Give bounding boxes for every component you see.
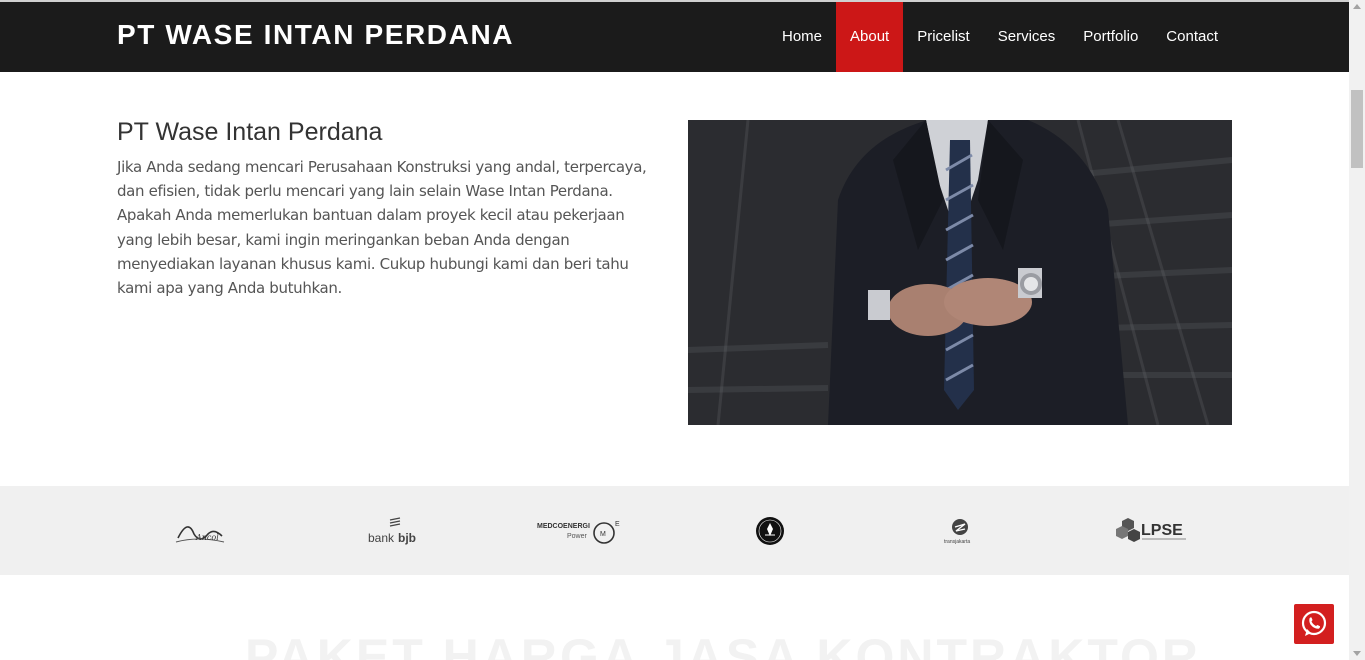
about-description: Jika Anda sedang mencari Perusahaan Kons… xyxy=(117,155,667,300)
about-line: menyediakan layanan khusus kami. Cukup h… xyxy=(117,254,629,273)
brand-logo-text[interactable]: PT WASE INTAN PERDANA xyxy=(117,19,514,51)
whatsapp-icon xyxy=(1301,610,1327,636)
navbar: PT WASE INTAN PERDANA Home About Priceli… xyxy=(0,2,1349,72)
nav-contact[interactable]: Contact xyxy=(1152,2,1232,72)
about-photo-businessman xyxy=(688,120,1232,425)
ancol-logo: Ancol xyxy=(175,525,225,542)
vertical-scrollbar[interactable] xyxy=(1349,0,1365,660)
partner-logo-ancol: Ancol xyxy=(165,486,235,575)
about-line: kami apa yang Anda butuhkan. xyxy=(117,279,342,298)
nav-home[interactable]: Home xyxy=(768,2,836,72)
transjakarta-logo: transjakarta xyxy=(944,518,970,545)
about-section: PT Wase Intan Perdana Jika Anda sedang m… xyxy=(117,118,667,300)
lpse-wordmark: LPSE xyxy=(1141,522,1183,539)
nav-pricelist[interactable]: Pricelist xyxy=(903,2,984,72)
about-line: yang lebih besar, kami ingin meringankan… xyxy=(117,230,570,249)
medco-wordmark: MEDCOENERGI xyxy=(537,523,590,530)
lpse-logo: LPSE xyxy=(1116,517,1186,542)
nav-about[interactable]: About xyxy=(836,2,904,72)
svg-text:E: E xyxy=(615,521,620,528)
medco-sub: Power xyxy=(567,533,588,540)
partner-logo-transjakarta: transjakarta xyxy=(935,486,985,575)
page: PT WASE INTAN PERDANA Home About Priceli… xyxy=(0,0,1349,660)
scroll-up-arrow-icon[interactable] xyxy=(1353,4,1361,9)
svg-text:M: M xyxy=(600,531,606,538)
partner-logo-bank-bjb: bank bjb xyxy=(355,486,425,575)
ancol-wordmark: Ancol xyxy=(195,533,219,542)
pricelist-heading-faded: PAKET HARGA JASA KONTRAKTOR xyxy=(245,629,1202,660)
partners-strip: Ancol bank bjb MEDCOENERGI Power M E tra… xyxy=(0,486,1349,575)
nav-services[interactable]: Services xyxy=(984,2,1070,72)
scroll-down-arrow-icon[interactable] xyxy=(1353,651,1361,656)
scrollbar-thumb[interactable] xyxy=(1351,90,1363,168)
partner-logo-emblem xyxy=(750,486,790,575)
about-line: dan efisien, tidak perlu mencari yang la… xyxy=(117,182,613,201)
whatsapp-button[interactable] xyxy=(1294,604,1334,644)
nav-portfolio[interactable]: Portfolio xyxy=(1069,2,1152,72)
medcoenergi-logo: MEDCOENERGI Power M E xyxy=(537,521,620,544)
about-line: Apakah Anda memerlukan bantuan dalam pro… xyxy=(117,206,625,225)
bank-bjb-logo: bank bjb xyxy=(368,516,416,545)
about-title: PT Wase Intan Perdana xyxy=(117,118,383,146)
main-nav: Home About Pricelist Services Portfolio … xyxy=(768,2,1232,72)
partner-logo-medcoenergi: MEDCOENERGI Power M E xyxy=(535,486,625,575)
partner-logo-lpse: LPSE xyxy=(1110,486,1190,575)
about-line: Jika Anda sedang mencari Perusahaan Kons… xyxy=(117,158,647,176)
emblem-logo xyxy=(756,516,784,545)
transjakarta-wordmark: transjakarta xyxy=(944,539,970,545)
bjb-prefix: bank xyxy=(368,531,395,545)
businessman-image xyxy=(688,120,1232,425)
bjb-name: bjb xyxy=(398,531,416,545)
